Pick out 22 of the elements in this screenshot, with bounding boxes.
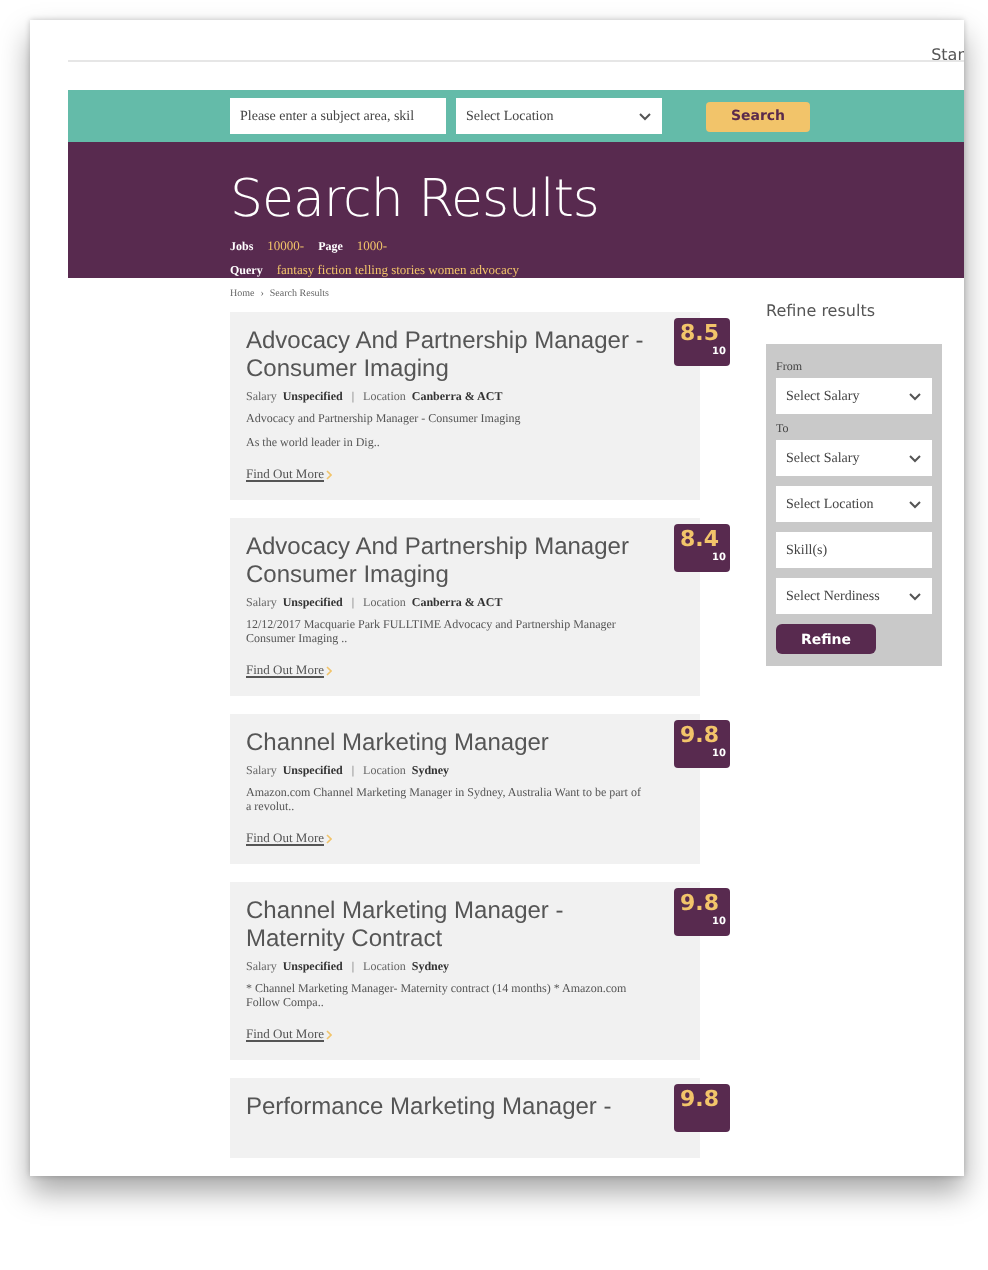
refine-title: Refine results xyxy=(766,302,877,320)
score-value: 9.8 xyxy=(680,1088,721,1112)
score-value: 9.8 xyxy=(680,892,721,916)
job-title[interactable]: Channel Marketing Manager xyxy=(246,728,646,756)
score-value: 8.5 xyxy=(680,322,721,346)
page-title: Search Results xyxy=(230,170,601,230)
chevron-down-icon xyxy=(638,111,652,121)
job-title[interactable]: Advocacy And Partnership Manager Consumer Imaging xyxy=(246,532,646,588)
chevron-down-icon xyxy=(908,499,922,509)
chevron-down-icon xyxy=(908,591,922,601)
chevron-down-icon xyxy=(908,391,922,401)
chevron-right-icon xyxy=(326,470,332,480)
top-link[interactable]: Star xyxy=(931,48,964,60)
chevron-right-icon xyxy=(326,834,332,844)
job-title[interactable]: Advocacy And Partnership Manager - Consumer Imaging xyxy=(246,326,646,382)
chevron-right-icon xyxy=(326,1030,332,1040)
score-value: 8.4 xyxy=(680,528,721,552)
chevron-right-icon xyxy=(326,666,332,676)
score-value: 9.8 xyxy=(680,724,721,748)
chevron-down-icon xyxy=(908,453,922,463)
job-title[interactable]: Channel Marketing Manager - Maternity Contract xyxy=(246,896,646,952)
job-title[interactable]: Performance Marketing Manager - xyxy=(246,1092,646,1120)
